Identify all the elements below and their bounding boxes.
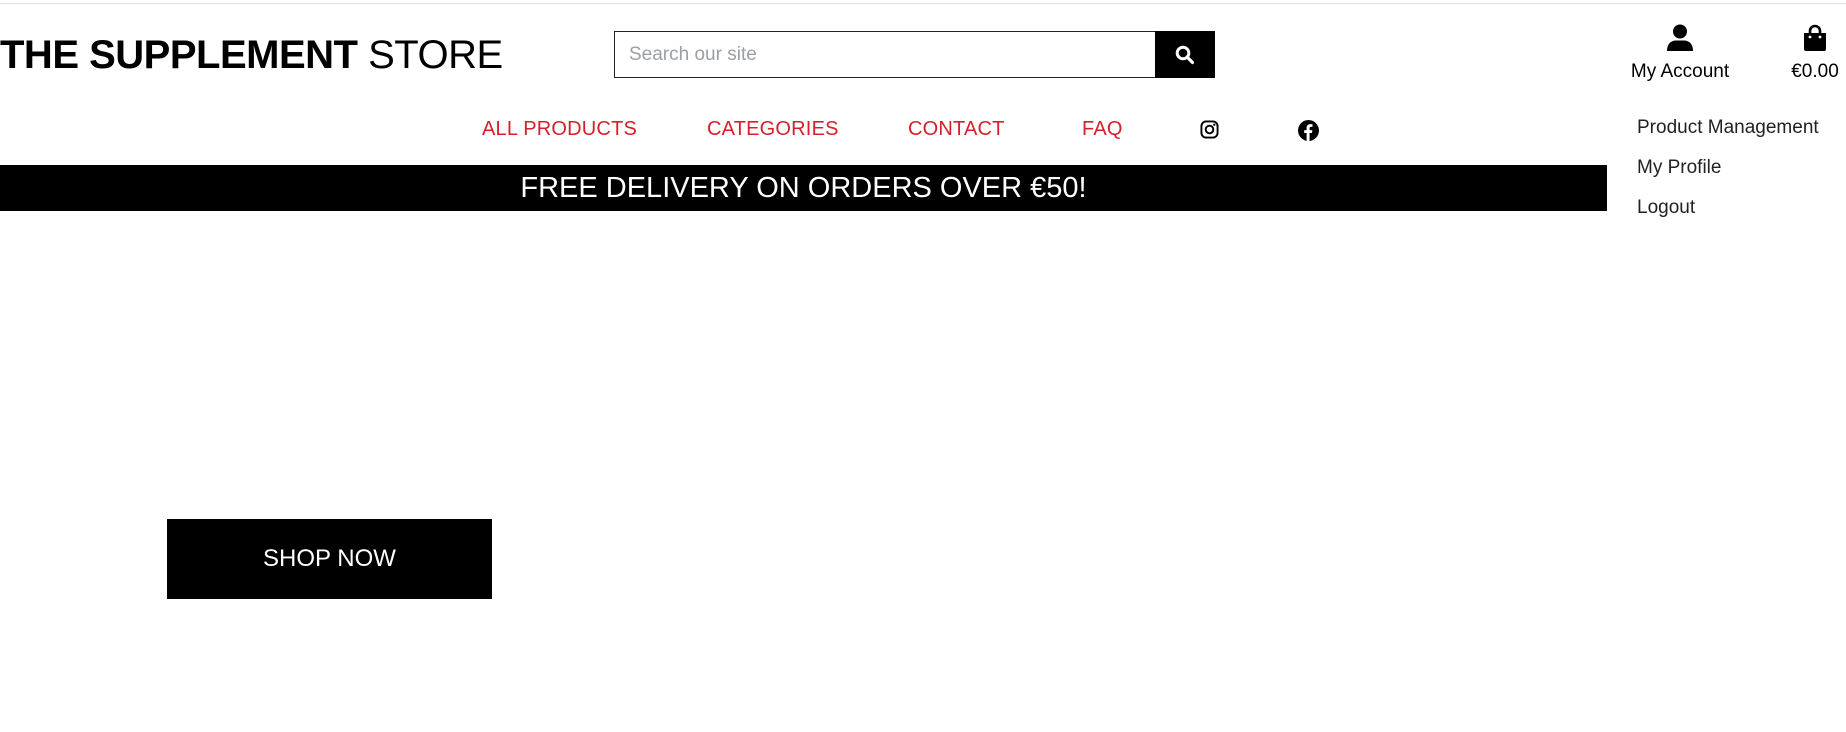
facebook-link[interactable] [1298,120,1319,147]
main-nav: ALL PRODUCTS CATEGORIES CONTACT FAQ [0,118,1608,144]
shop-now-button[interactable]: SHOP NOW [167,519,492,599]
menu-item-product-management[interactable]: Product Management [1637,116,1846,156]
shopping-bag-icon [1804,24,1826,51]
account-dropdown-menu: Product Management My Profile Logout [1637,116,1846,236]
user-icon [1667,24,1693,51]
nav-faq[interactable]: FAQ [1082,118,1123,141]
logo-light-text: STORE [368,33,503,77]
my-account-link[interactable]: My Account [1622,24,1738,83]
free-delivery-banner: FREE DELIVERY ON ORDERS OVER €50! [0,165,1607,211]
search-button[interactable] [1155,31,1215,78]
search-form [614,31,1215,78]
store-logo[interactable]: THE SUPPLEMENT STORE [0,30,503,80]
top-divider [0,3,1846,4]
menu-item-logout[interactable]: Logout [1637,196,1846,236]
search-input[interactable] [614,31,1155,78]
page: THE SUPPLEMENT STORE My Account €0.00 AL… [0,0,1846,732]
instagram-link[interactable] [1200,120,1219,145]
instagram-icon [1200,120,1219,139]
facebook-icon [1298,120,1319,141]
search-icon [1175,45,1195,64]
my-account-label: My Account [1630,61,1730,82]
bag-total: €0.00 [1791,61,1839,82]
shopping-bag-link[interactable]: €0.00 [1784,24,1846,83]
nav-all-products[interactable]: ALL PRODUCTS [482,118,637,141]
nav-contact[interactable]: CONTACT [908,118,1005,141]
nav-categories[interactable]: CATEGORIES [707,118,839,141]
logo-bold-text: THE SUPPLEMENT [0,33,358,77]
menu-item-my-profile[interactable]: My Profile [1637,156,1846,196]
